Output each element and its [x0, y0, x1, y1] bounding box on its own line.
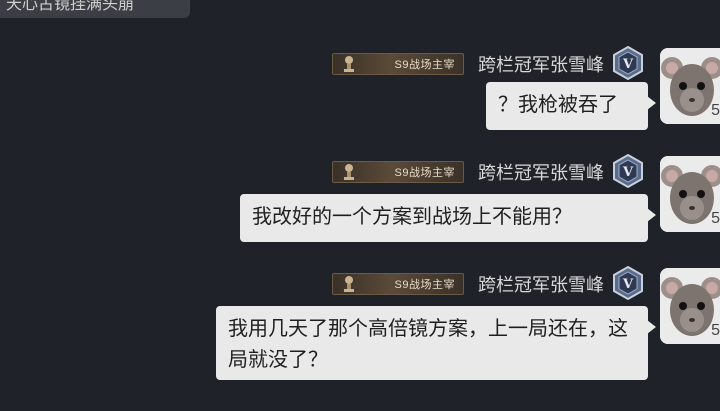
rank-v-icon[interactable]: V [610, 153, 646, 189]
message-bubble[interactable]: 我改好的一个方案到战场上不能用？ [240, 194, 656, 242]
sender-name[interactable]: 跨栏冠军张雪峰 [478, 159, 604, 185]
sender-name[interactable]: 跨栏冠军张雪峰 [478, 51, 604, 77]
trophy-icon [344, 56, 354, 72]
title-badge-text: S9战场主宰 [394, 279, 455, 291]
title-badge[interactable]: S9战场主宰 [332, 53, 464, 75]
user-avatar[interactable]: 5 [660, 156, 720, 232]
title-badge[interactable]: S9战场主宰 [332, 273, 464, 295]
message-text: 我改好的一个方案到战场上不能用？ [252, 204, 572, 228]
message-bubble[interactable]: ？我枪被吞了 [486, 82, 656, 130]
previous-message-text: 天心古镜挂满头崩 [6, 0, 135, 13]
message-bubble[interactable]: 我用几天了那个高倍镜方案，上一局还在，这局就没了？ [216, 306, 656, 380]
sender-name[interactable]: 跨栏冠军张雪峰 [478, 271, 604, 297]
avatar-level: 5 [711, 210, 720, 227]
avatar-level: 5 [711, 322, 720, 339]
rank-v-icon[interactable]: V [610, 265, 646, 301]
rank-letter: V [622, 277, 634, 292]
message-text: ？我枪被吞了 [498, 92, 618, 116]
rank-v-icon[interactable]: V [610, 45, 646, 81]
title-badge[interactable]: S9战场主宰 [332, 161, 464, 183]
title-badge-text: S9战场主宰 [394, 167, 455, 179]
chat-message: S9战场主宰 跨栏冠军张雪峰 V ？我枪被吞了 5 [0, 45, 720, 158]
trophy-icon [344, 164, 354, 180]
user-avatar[interactable]: 5 [660, 48, 720, 124]
rank-letter: V [622, 57, 634, 72]
chat-message: S9战场主宰 跨栏冠军张雪峰 V 我改好的一个方案到战场上不能用？ 5 [0, 153, 720, 266]
title-badge-text: S9战场主宰 [394, 59, 455, 71]
message-header: S9战场主宰 跨栏冠军张雪峰 V [332, 45, 646, 81]
chat-message: S9战场主宰 跨栏冠军张雪峰 V 我用几天了那个高倍镜方案，上一局还在，这局就没… [0, 265, 720, 380]
message-header: S9战场主宰 跨栏冠军张雪峰 V [332, 265, 646, 301]
previous-message-bubble[interactable]: 天心古镜挂满头崩 [0, 0, 190, 18]
rank-letter: V [622, 165, 634, 180]
avatar-level: 5 [711, 102, 720, 119]
user-avatar[interactable]: 5 [660, 268, 720, 344]
message-header: S9战场主宰 跨栏冠军张雪峰 V [332, 153, 646, 189]
trophy-icon [344, 276, 354, 292]
message-text: 我用几天了那个高倍镜方案，上一局还在，这局就没了？ [228, 316, 628, 371]
